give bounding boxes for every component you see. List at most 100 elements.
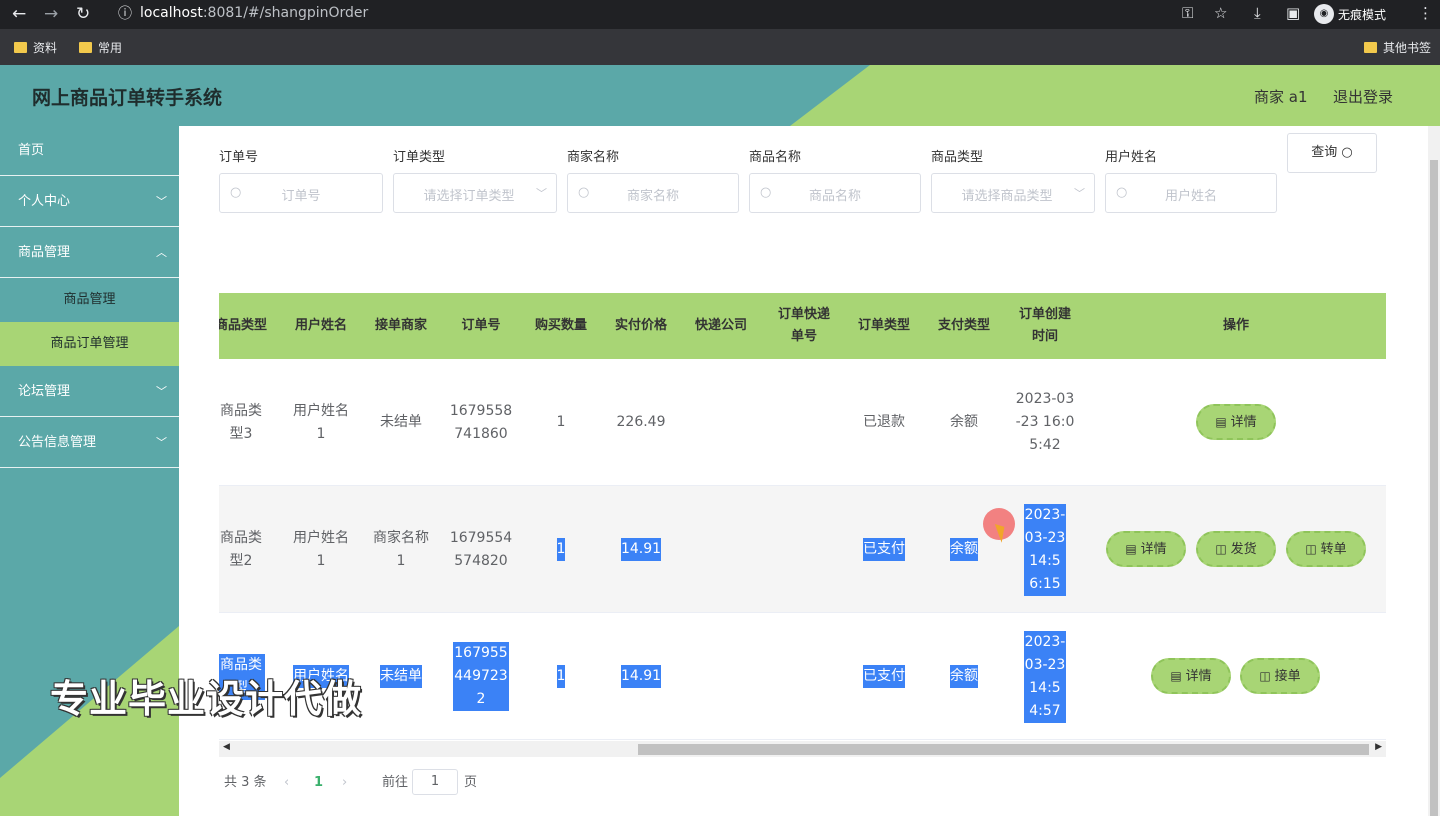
cell-product-type: 商品类型3 xyxy=(220,402,262,442)
col-quantity: 购买数量 xyxy=(534,318,587,333)
page-suffix: 页 xyxy=(464,775,478,790)
folder-icon xyxy=(79,42,92,53)
browser-toolbar: ← → ↻ ⓘ localhost:8081/#/shangpinOrder ⚿… xyxy=(0,0,1440,29)
product-name-input[interactable]: ○ 商品名称 xyxy=(749,173,921,213)
cell-price: 14.91 xyxy=(603,613,679,740)
detail-button[interactable]: ▤ 详情 xyxy=(1196,404,1276,440)
filter-label-product-type: 商品类型 xyxy=(931,150,984,165)
cell-created: 2023-03-23 14:54:57 xyxy=(1014,613,1076,740)
col-price: 实付价格 xyxy=(614,318,667,333)
info-icon[interactable]: ⓘ xyxy=(118,4,132,24)
prev-page-icon[interactable]: ‹ xyxy=(284,772,289,794)
cell-tracking-no xyxy=(763,486,839,613)
sidebar-subitem-products[interactable]: 商品管理 xyxy=(0,278,179,322)
sidebar-item-products[interactable]: 商品管理 ︿ xyxy=(0,228,179,278)
sidebar-item-personal[interactable]: 个人中心 ﹀ xyxy=(0,177,179,227)
book-icon: ◫ xyxy=(1305,542,1317,556)
sidebar-item-home[interactable]: 首页 xyxy=(0,126,179,176)
chevron-down-icon: ﹀ xyxy=(156,436,167,449)
query-button[interactable]: 查询 ○ xyxy=(1287,133,1377,173)
col-tracking-no: 订单快递单号 xyxy=(777,307,830,344)
col-actions: 操作 xyxy=(1222,318,1249,333)
filter-label-order-no: 订单号 xyxy=(219,150,259,165)
document-icon: ▤ xyxy=(1125,542,1137,556)
app-header: 网上商品订单转手系统 商家 a1 退出登录 xyxy=(0,65,1440,126)
reload-icon[interactable]: ↻ xyxy=(76,4,90,24)
table-row: 商品类型2 用户姓名1 商家名称1 1679554574820 1 14.91 … xyxy=(219,486,1386,613)
scrollbar-thumb[interactable] xyxy=(1430,160,1438,816)
cell-pay-type: 余额 xyxy=(926,486,1002,613)
product-type-select[interactable]: 请选择商品类型 ﹀ xyxy=(931,173,1095,213)
sidebar-item-notices[interactable]: 公告信息管理 ﹀ xyxy=(0,418,179,468)
watermark-text: 专业毕业设计代做 xyxy=(50,677,363,721)
order-no-input[interactable]: ○ 订单号 xyxy=(219,173,383,213)
folder-icon xyxy=(1364,42,1377,53)
arrow-right-icon[interactable]: ▶ xyxy=(1375,742,1382,752)
cell-quantity: 1 xyxy=(523,486,599,613)
col-courier: 快递公司 xyxy=(694,318,747,333)
download-icon[interactable]: ⤓ xyxy=(1254,4,1261,22)
book-icon: ◫ xyxy=(1215,542,1227,556)
table-row: 商品类型 用户姓名 未结单 1679554497232 1 14.91 已支付 … xyxy=(219,613,1386,740)
accept-button[interactable]: ◫ 接单 xyxy=(1240,658,1320,694)
next-page-icon[interactable]: › xyxy=(342,772,347,794)
cell-merchant: 未结单 xyxy=(380,414,422,430)
filter-label-merchant: 商家名称 xyxy=(567,150,620,165)
logout-link[interactable]: 退出登录 xyxy=(1333,86,1393,107)
document-icon: ▤ xyxy=(1215,415,1227,429)
cell-order-type: 已支付 xyxy=(846,486,922,613)
incognito-indicator[interactable]: ◉ 无痕模式 xyxy=(1314,3,1386,25)
horizontal-scrollbar[interactable]: ◀ ▶ xyxy=(219,741,1386,757)
col-order-no: 订单号 xyxy=(461,318,501,333)
ship-button[interactable]: ◫ 发货 xyxy=(1196,531,1276,567)
back-icon[interactable]: ← xyxy=(12,4,26,24)
document-icon: ▤ xyxy=(1170,669,1182,683)
chevron-up-icon: ︿ xyxy=(156,246,167,259)
table-row: 商品类型3 用户姓名1 未结单 1679558741860 1 226.49 已… xyxy=(219,359,1386,486)
col-pay-type: 支付类型 xyxy=(937,318,990,333)
key-icon[interactable]: ⚿ xyxy=(1182,4,1193,22)
cell-courier xyxy=(683,359,759,486)
table-header: 商品类型 用户姓名 接单商家 订单号 购买数量 实付价格 快递公司 订单快递单号… xyxy=(219,293,1386,359)
app-title: 网上商品订单转手系统 xyxy=(32,87,223,109)
sidebar-item-forum[interactable]: 论坛管理 ﹀ xyxy=(0,367,179,417)
col-user-name: 用户姓名 xyxy=(294,318,347,333)
address-bar[interactable]: localhost:8081/#/shangpinOrder xyxy=(140,5,368,21)
book-icon: ◫ xyxy=(1259,669,1271,683)
total-count: 共 3 条 xyxy=(224,775,267,790)
bookmark-folder-1[interactable]: 资料 xyxy=(14,39,57,56)
merchant-name-input[interactable]: ○ 商家名称 xyxy=(567,173,739,213)
detail-button[interactable]: ▤ 详情 xyxy=(1151,658,1231,694)
forward-icon[interactable]: → xyxy=(44,4,58,24)
transfer-button[interactable]: ◫ 转单 xyxy=(1286,531,1366,567)
cell-order-type: 已退款 xyxy=(863,414,905,430)
bookmarks-bar: 资料 常用 其他书签 xyxy=(0,29,1440,65)
sidepanel-icon[interactable]: ▣ xyxy=(1286,4,1300,22)
order-type-select[interactable]: 请选择订单类型 ﹀ xyxy=(393,173,557,213)
star-icon[interactable]: ☆ xyxy=(1214,4,1227,22)
current-user: 商家 a1 xyxy=(1254,88,1308,106)
folder-icon xyxy=(14,42,27,53)
sidebar-subitem-orders[interactable]: 商品订单管理 xyxy=(0,322,179,366)
menu-icon[interactable]: ⋮ xyxy=(1418,4,1433,22)
filter-label-user-name: 用户姓名 xyxy=(1105,150,1158,165)
bookmark-folder-2[interactable]: 常用 xyxy=(79,39,122,56)
cell-merchant: 未结单 xyxy=(363,613,439,740)
other-bookmarks[interactable]: 其他书签 xyxy=(1364,39,1431,56)
cell-order-no: 1679554497232 xyxy=(448,613,514,740)
user-name-input[interactable]: ○ 用户姓名 xyxy=(1105,173,1277,213)
chevron-down-icon: ﹀ xyxy=(156,385,167,398)
cell-tracking-no xyxy=(763,359,839,486)
cell-pay-type: 余额 xyxy=(926,613,1002,740)
arrow-left-icon[interactable]: ◀ xyxy=(223,742,230,752)
col-created: 订单创建时间 xyxy=(1018,307,1071,344)
detail-button[interactable]: ▤ 详情 xyxy=(1106,531,1186,567)
page-number[interactable]: 1 xyxy=(314,772,323,794)
vertical-scrollbar[interactable] xyxy=(1428,126,1440,816)
cell-order-no: 1679558741860 xyxy=(449,402,513,442)
goto-page-input[interactable]: 1 xyxy=(412,769,458,795)
chevron-down-icon: ﹀ xyxy=(1074,187,1085,200)
cell-order-no: 1679554574820 xyxy=(449,529,513,569)
cell-price: 14.91 xyxy=(603,486,679,613)
scrollbar-thumb[interactable] xyxy=(638,744,1369,755)
